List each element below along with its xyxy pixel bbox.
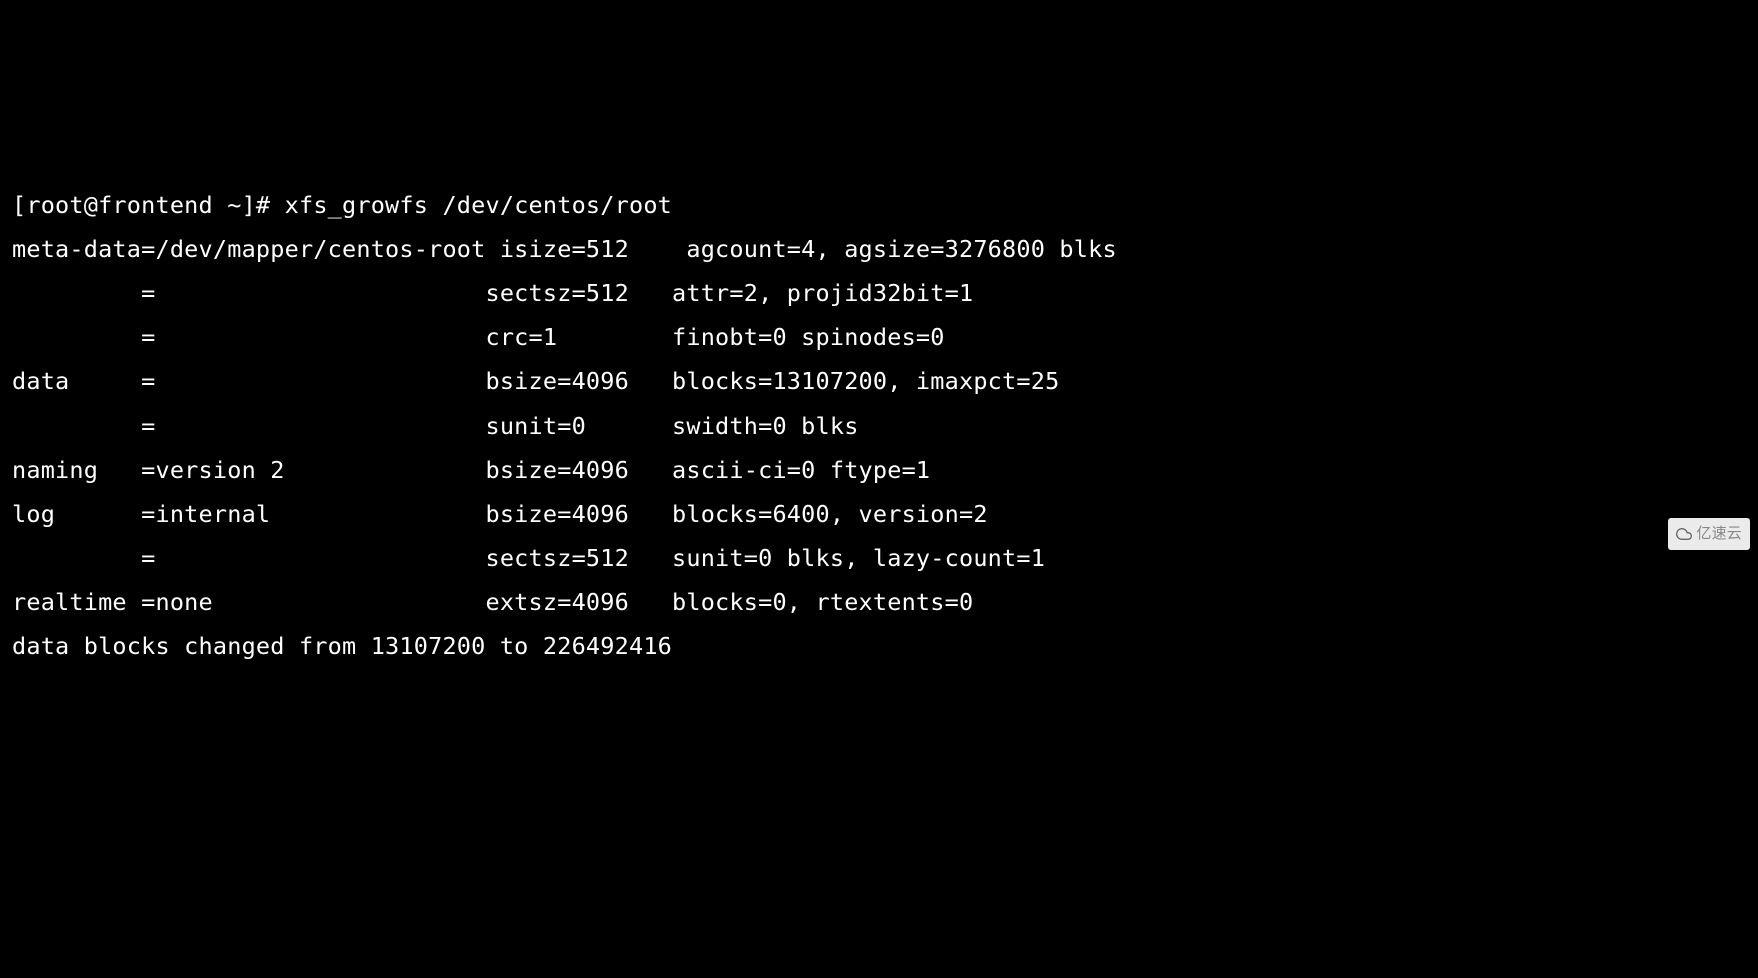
- output-line-log-sectsz: = sectsz=512 sunit=0 blks, lazy-count=1: [12, 544, 1045, 572]
- terminal-window[interactable]: [root@frontend ~]# xfs_growfs /dev/cento…: [12, 183, 1746, 669]
- output-line-log: log =internal bsize=4096 blocks=6400, ve…: [12, 500, 988, 528]
- watermark-badge: 亿速云: [1668, 518, 1750, 550]
- output-line-sectsz: = sectsz=512 attr=2, projid32bit=1: [12, 279, 973, 307]
- output-line-realtime: realtime =none extsz=4096 blocks=0, rtex…: [12, 588, 973, 616]
- output-line-crc: = crc=1 finobt=0 spinodes=0: [12, 323, 945, 351]
- output-line-data: data = bsize=4096 blocks=13107200, imaxp…: [12, 367, 1059, 395]
- output-line-blocks-changed: data blocks changed from 13107200 to 226…: [12, 632, 672, 660]
- output-line-metadata: meta-data=/dev/mapper/centos-root isize=…: [12, 235, 1117, 263]
- cloud-icon: [1676, 526, 1692, 542]
- output-line-naming: naming =version 2 bsize=4096 ascii-ci=0 …: [12, 456, 930, 484]
- watermark-text: 亿速云: [1696, 520, 1742, 548]
- shell-prompt: [root@frontend ~]#: [12, 191, 285, 219]
- output-line-sunit: = sunit=0 swidth=0 blks: [12, 412, 859, 440]
- shell-command: xfs_growfs /dev/centos/root: [285, 191, 672, 219]
